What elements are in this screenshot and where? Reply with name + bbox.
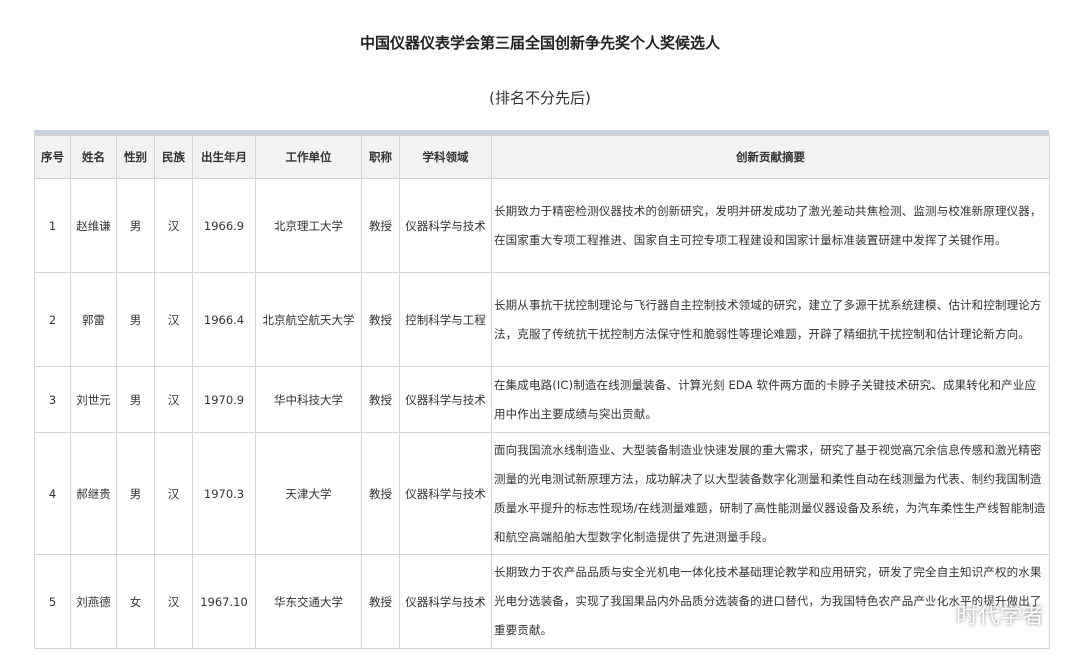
cell-field: 仪器科学与技术	[399, 178, 492, 273]
cell-name: 刘燕德	[70, 554, 117, 649]
cell-summary: 在集成电路(IC)制造在线测量装备、计算光刻 EDA 软件两方面的卡脖子关键技术…	[491, 366, 1050, 433]
table-row: 3 刘世元 男 汉 1970.9 华中科技大学 教授 仪器科学与技术 在集成电路…	[34, 366, 1050, 433]
cell-summary: 长期致力于精密检测仪器技术的创新研究，发明并研发成功了激光差动共焦检测、监测与校…	[491, 178, 1050, 273]
table-header-row: 序号 姓名 性别 民族 出生年月 工作单位 职称 学科领域 创新贡献摘要	[34, 135, 1050, 179]
cell-field: 仪器科学与技术	[399, 554, 492, 649]
header-name: 姓名	[70, 135, 117, 179]
cell-birth: 1967.10	[192, 554, 256, 649]
cell-employer: 天津大学	[255, 432, 362, 555]
candidates-table: 序号 姓名 性别 民族 出生年月 工作单位 职称 学科领域 创新贡献摘要 1 赵…	[34, 135, 1050, 649]
cell-ethnicity: 汉	[154, 432, 193, 555]
cell-name: 郝继贵	[70, 432, 117, 555]
header-title: 职称	[361, 135, 400, 179]
cell-employer: 华东交通大学	[255, 554, 362, 649]
cell-ethnicity: 汉	[154, 366, 193, 433]
header-gender: 性别	[116, 135, 155, 179]
cell-name: 刘世元	[70, 366, 117, 433]
cell-name: 郭雷	[70, 272, 117, 367]
page-subtitle: (排名不分先后)	[489, 89, 591, 107]
cell-title: 教授	[361, 554, 400, 649]
cell-gender: 男	[116, 272, 155, 367]
cell-field: 控制科学与工程	[399, 272, 492, 367]
cell-birth: 1970.3	[192, 432, 256, 555]
cell-summary: 长期从事抗干扰控制理论与飞行器自主控制技术领域的研究，建立了多源干扰系统建模、估…	[491, 272, 1050, 367]
cell-ethnicity: 汉	[154, 554, 193, 649]
page-title: 中国仪器仪表学会第三届全国创新争先奖个人奖候选人	[359, 34, 720, 52]
candidates-table-container: 序号 姓名 性别 民族 出生年月 工作单位 职称 学科领域 创新贡献摘要 1 赵…	[34, 130, 1050, 649]
table-row: 4 郝继贵 男 汉 1970.3 天津大学 教授 仪器科学与技术 面向我国流水线…	[34, 432, 1050, 555]
cell-field: 仪器科学与技术	[399, 366, 492, 433]
cell-birth: 1966.9	[192, 178, 256, 273]
watermark-text: 时代学者	[955, 604, 1044, 629]
cell-employer: 北京理工大学	[255, 178, 362, 273]
cell-index: 3	[34, 366, 71, 433]
cell-index: 4	[34, 432, 71, 555]
cell-gender: 男	[116, 432, 155, 555]
watermark: 时代学者	[914, 600, 1044, 629]
table-row: 5 刘燕德 女 汉 1967.10 华东交通大学 教授 仪器科学与技术 长期致力…	[34, 554, 1050, 649]
header-employer: 工作单位	[255, 135, 362, 179]
cell-ethnicity: 汉	[154, 272, 193, 367]
cell-employer: 华中科技大学	[255, 366, 362, 433]
cell-title: 教授	[361, 272, 400, 367]
cell-gender: 男	[116, 178, 155, 273]
header-ethnicity: 民族	[154, 135, 193, 179]
cell-title: 教授	[361, 432, 400, 555]
header-index: 序号	[34, 135, 71, 179]
cell-gender: 男	[116, 366, 155, 433]
header-field: 学科领域	[399, 135, 492, 179]
header-summary: 创新贡献摘要	[491, 135, 1050, 179]
cell-name: 赵维谦	[70, 178, 117, 273]
cell-index: 2	[34, 272, 71, 367]
cell-title: 教授	[361, 366, 400, 433]
cell-field: 仪器科学与技术	[399, 432, 492, 555]
table-row: 1 赵维谦 男 汉 1966.9 北京理工大学 教授 仪器科学与技术 长期致力于…	[34, 178, 1050, 273]
cell-summary: 面向我国流水线制造业、大型装备制造业快速发展的重大需求，研究了基于视觉高冗余信息…	[491, 432, 1050, 555]
cell-employer: 北京航空航天大学	[255, 272, 362, 367]
cell-birth: 1966.4	[192, 272, 256, 367]
cell-index: 5	[34, 554, 71, 649]
wechat-icon	[914, 601, 949, 626]
cell-title: 教授	[361, 178, 400, 273]
header-birth: 出生年月	[192, 135, 256, 179]
table-row: 2 郭雷 男 汉 1966.4 北京航空航天大学 教授 控制科学与工程 长期从事…	[34, 272, 1050, 367]
cell-ethnicity: 汉	[154, 178, 193, 273]
cell-index: 1	[34, 178, 71, 273]
cell-birth: 1970.9	[192, 366, 256, 433]
cell-gender: 女	[116, 554, 155, 649]
